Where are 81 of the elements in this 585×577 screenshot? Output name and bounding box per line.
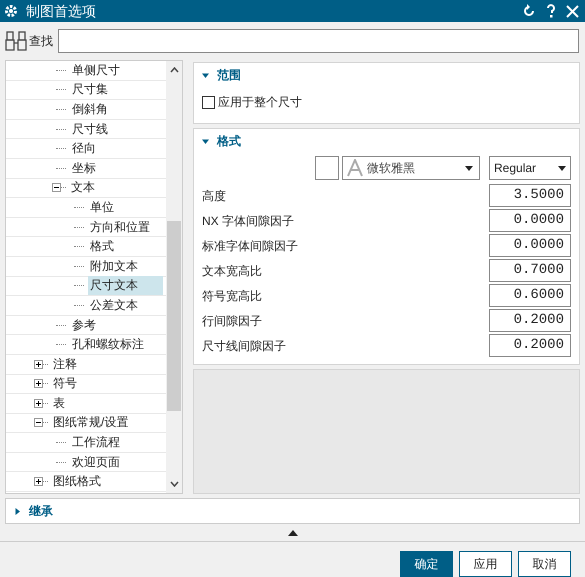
caret-icon — [465, 166, 473, 170]
tree-item[interactable]: 表 — [51, 394, 67, 413]
tree-item[interactable]: 坐标 — [70, 158, 98, 178]
collapse-up-icon[interactable] — [288, 530, 298, 536]
checkbox-label: 应用于整个尺寸 — [218, 94, 302, 111]
close-icon — [566, 4, 579, 18]
help-icon — [546, 4, 556, 18]
tree-item[interactable]: 欢迎页面 — [70, 452, 122, 472]
tree-item[interactable]: 注释 — [51, 354, 79, 374]
number-field[interactable]: 0.0000 — [489, 234, 571, 257]
field-label: 高度 — [202, 188, 226, 204]
plus-icon — [35, 380, 42, 388]
style-dropdown[interactable]: Regular — [489, 156, 571, 180]
tree-item[interactable]: 单位 — [88, 198, 116, 217]
plus-icon — [35, 478, 42, 486]
search-field[interactable] — [58, 29, 579, 53]
tree-item[interactable]: 公差文本 — [88, 296, 140, 315]
expanded-triangle-icon — [202, 138, 209, 144]
tree-item[interactable]: 符号 — [51, 374, 79, 394]
dialog-button[interactable]: 确定 — [400, 551, 453, 577]
expand-toggle[interactable] — [34, 379, 43, 388]
scroll-up-icon — [170, 67, 178, 73]
tree-item[interactable]: 图纸格式 — [51, 472, 103, 492]
section-header[interactable]: 范围 — [194, 63, 579, 87]
field-label: 行间隙因子 — [202, 312, 262, 330]
expand-toggle[interactable] — [34, 477, 43, 486]
checkbox[interactable] — [202, 96, 215, 108]
window-title: 制图首选项 — [26, 2, 96, 20]
field-label: NX 字体间隙因子 — [202, 212, 294, 230]
collapse-toggle[interactable] — [34, 418, 43, 428]
section-title: 继承 — [29, 503, 53, 520]
search-label: 查找 — [29, 33, 53, 50]
scrollbar-thumb[interactable] — [167, 221, 181, 411]
number-field[interactable]: 0.0000 — [489, 209, 571, 232]
dialog-button[interactable]: 取消 — [518, 551, 571, 577]
collapsed-triangle-icon — [14, 508, 21, 514]
number-field[interactable]: 0.2000 — [489, 309, 571, 332]
tree-item[interactable]: 倒斜角 — [70, 100, 110, 119]
field-label: 标准字体间隙因子 — [202, 238, 298, 254]
number-field[interactable]: 0.7000 — [489, 259, 571, 282]
field-label: 文本宽高比 — [202, 262, 262, 280]
gear-icon — [4, 4, 18, 18]
font-name: 微软雅黑 — [367, 160, 416, 177]
tree-item[interactable]: 孔和螺纹标注 — [70, 335, 146, 354]
number-field[interactable]: 0.2000 — [489, 334, 571, 357]
tree-item[interactable]: 文本 — [69, 178, 97, 198]
font-dropdown[interactable]: 微软雅黑 — [342, 156, 480, 180]
tree-item[interactable]: 方向和位置 — [88, 218, 152, 237]
section-title: 格式 — [217, 133, 241, 150]
collapsed-section-header[interactable]: 继承 — [6, 499, 579, 523]
tree-item[interactable]: 尺寸集 — [70, 80, 110, 100]
expand-toggle[interactable] — [34, 360, 43, 369]
caret-icon — [558, 166, 566, 170]
field-label: 符号宽高比 — [202, 288, 262, 304]
tree-item[interactable]: 格式 — [88, 237, 116, 256]
tree-item[interactable]: 工作流程 — [70, 433, 122, 452]
tree-item[interactable]: 附加文本 — [88, 256, 140, 276]
scroll-down-icon — [170, 481, 178, 487]
binoculars-icon — [4, 29, 28, 53]
section-header[interactable]: 格式 — [194, 129, 579, 153]
section-title: 范围 — [217, 67, 241, 84]
font-type-icon — [347, 159, 363, 177]
expanded-triangle-icon — [202, 72, 209, 78]
tree-item[interactable]: 尺寸文本 — [88, 276, 163, 296]
plus-icon — [35, 400, 42, 407]
tree-item[interactable]: 图纸常规/设置 — [51, 413, 130, 432]
expand-toggle[interactable] — [34, 398, 43, 408]
tree-item[interactable]: 单侧尺寸 — [70, 61, 122, 80]
plus-icon — [35, 360, 42, 368]
scrollbar[interactable] — [166, 61, 182, 493]
tree-item[interactable]: 尺寸线 — [70, 120, 110, 139]
tree-item[interactable]: 径向 — [70, 139, 98, 158]
number-field[interactable]: 0.6000 — [489, 284, 571, 307]
field-label: 尺寸线间隙因子 — [202, 338, 286, 354]
color-swatch[interactable] — [315, 156, 339, 180]
tree-item[interactable]: 参考 — [70, 316, 98, 335]
font-style: Regular — [494, 160, 538, 177]
collapse-toggle[interactable] — [52, 183, 61, 192]
dialog-button[interactable]: 应用 — [459, 551, 512, 577]
number-field[interactable]: 3.5000 — [489, 184, 571, 207]
reset-icon — [522, 4, 536, 18]
